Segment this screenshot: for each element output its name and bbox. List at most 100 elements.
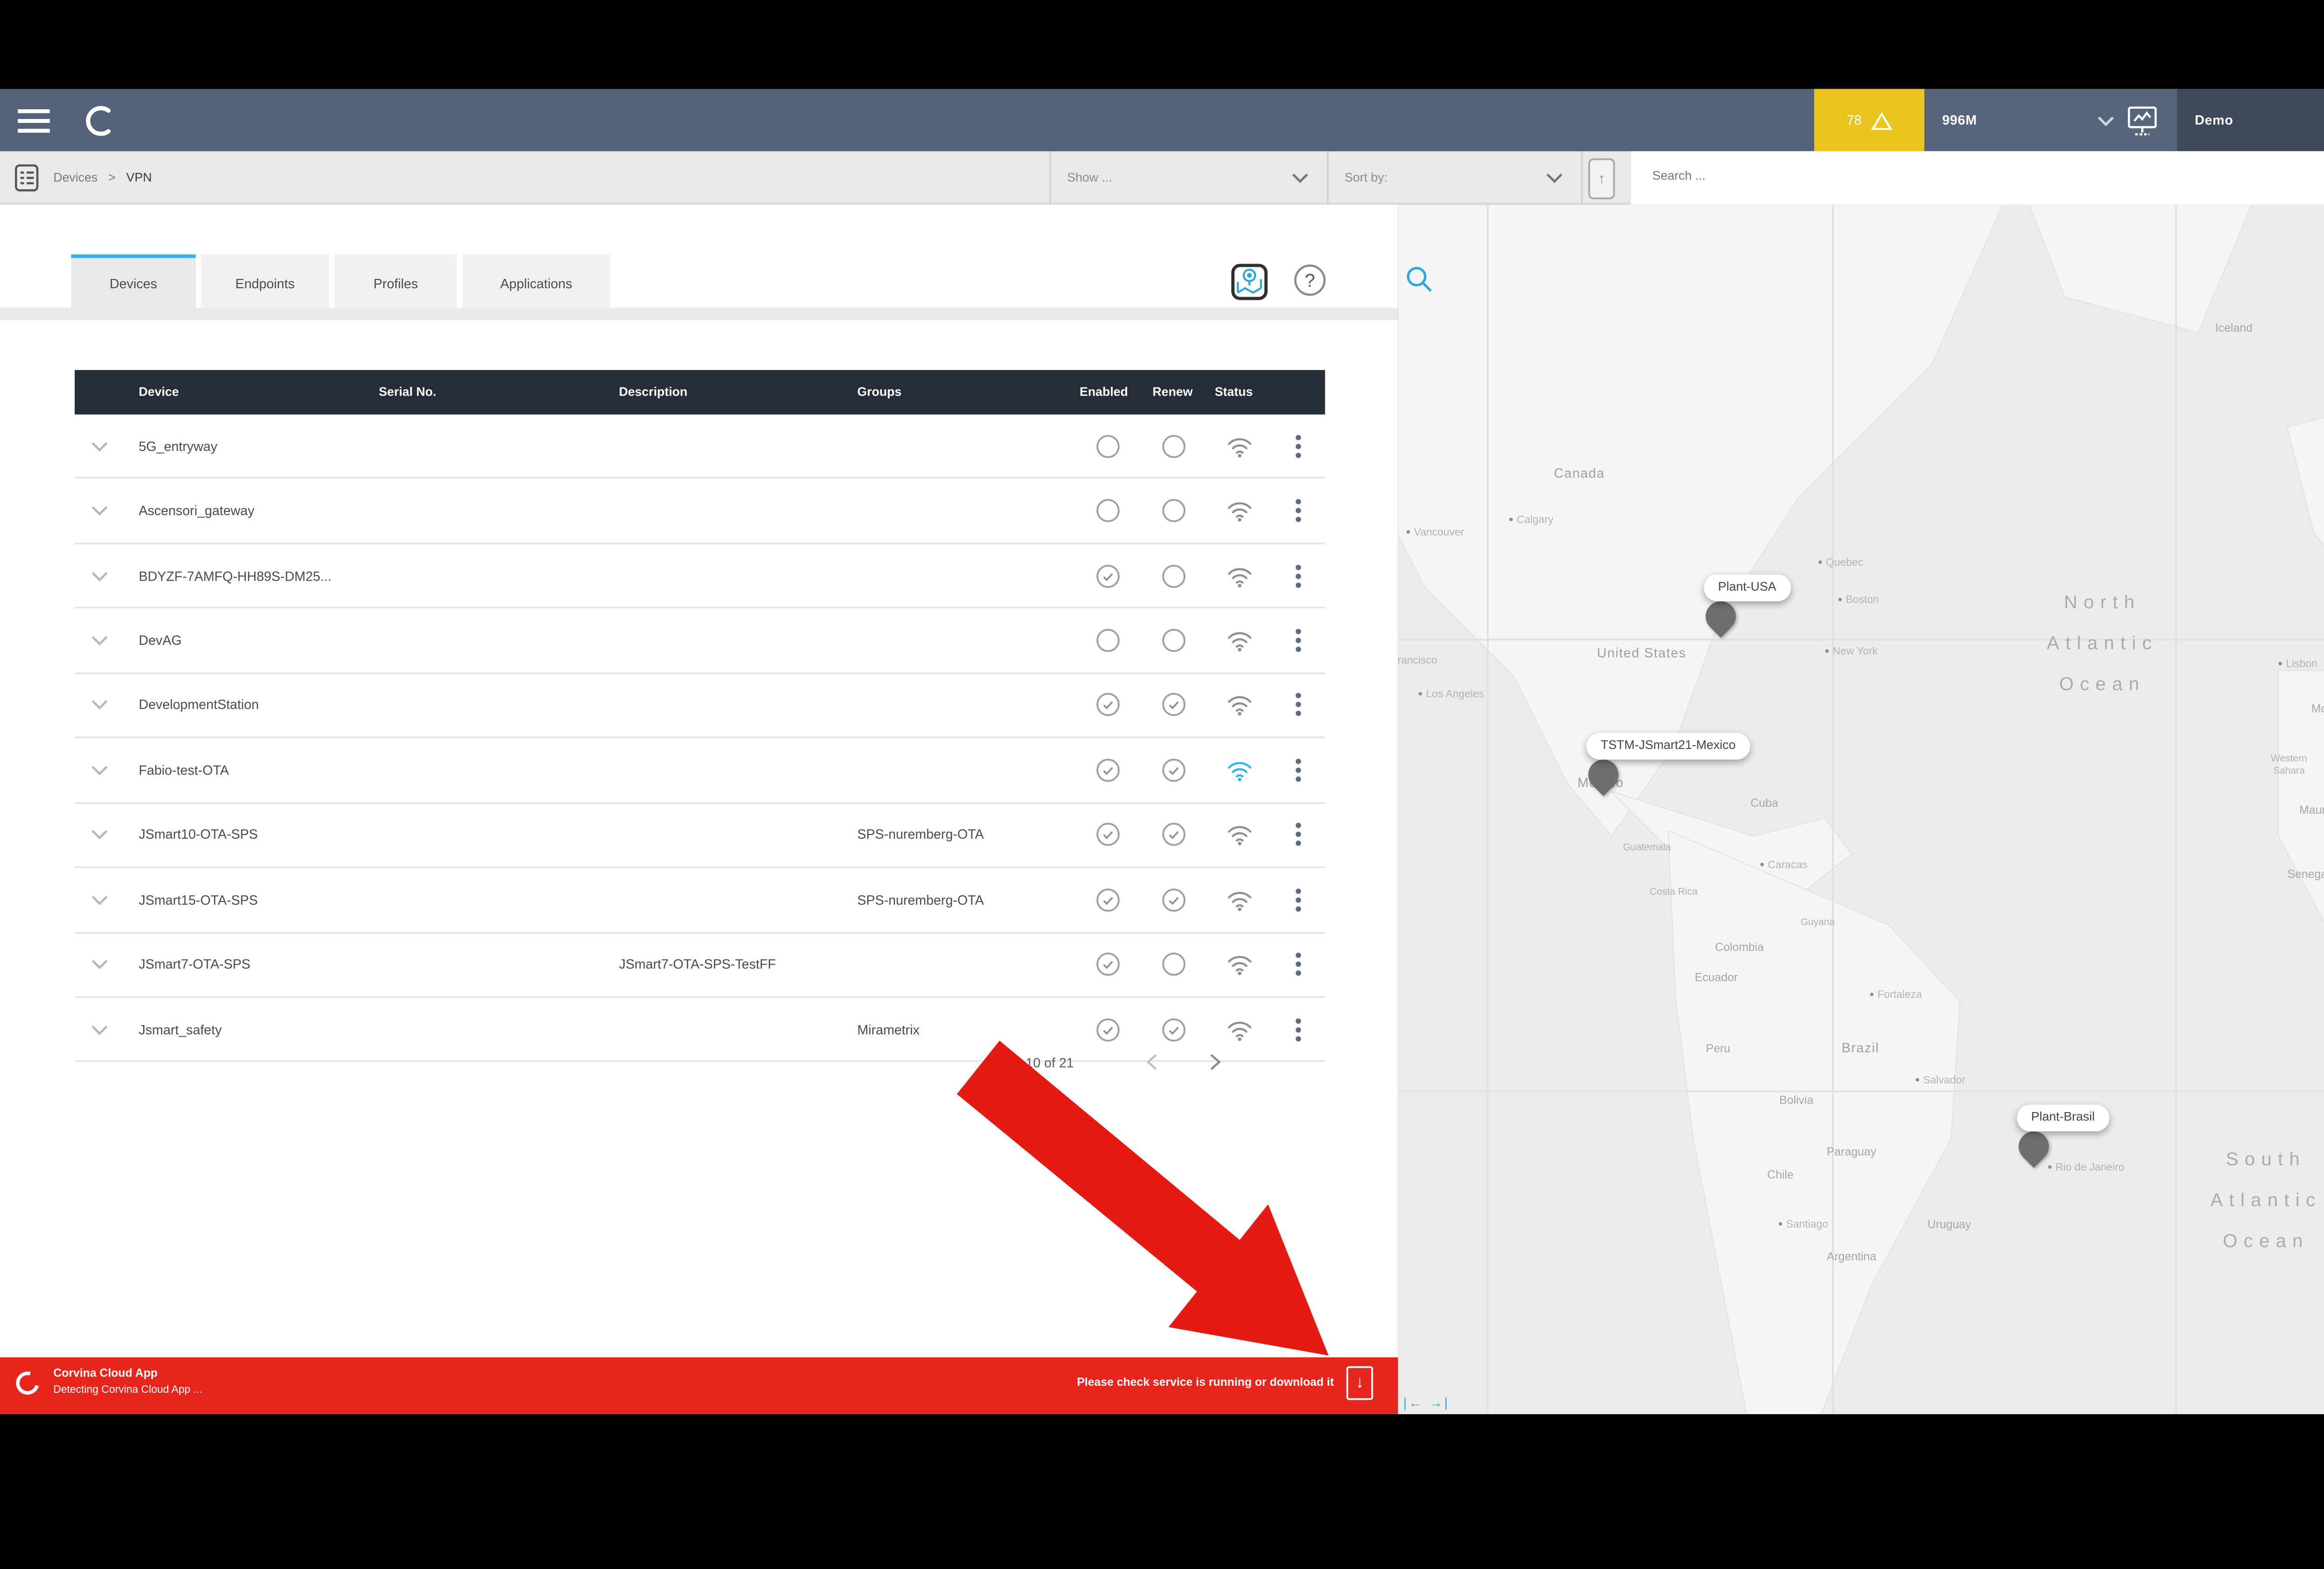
menu-button[interactable] (0, 89, 69, 151)
row-menu-kebab-icon[interactable] (1295, 758, 1302, 783)
sort-direction-button[interactable]: ↑ (1588, 151, 1615, 205)
row-menu-kebab-icon[interactable] (1295, 693, 1302, 718)
wifi-status-icon (1225, 1018, 1254, 1041)
map-pan-history-buttons[interactable]: |← →| (1403, 1395, 1449, 1410)
view-grid-button[interactable] (14, 151, 40, 205)
row-expand-chevron-icon[interactable] (91, 700, 108, 711)
map-place-label: Santiago (1778, 1220, 1828, 1231)
row-expand-chevron-icon[interactable] (91, 635, 108, 646)
table-row[interactable]: Jsmart_safety Mirametrix (74, 998, 1325, 1063)
sort-dropdown[interactable]: Sort by: (1327, 151, 1581, 205)
table-body: 5G_entryway Ascensori_gateway BDYZF-7AMFQ-… (74, 415, 1325, 1063)
tab-devices[interactable]: Devices (71, 254, 196, 308)
chevron-down-icon (1292, 173, 1308, 183)
column-header-status: Status (1215, 386, 1253, 399)
enabled-toggle-icon[interactable] (1096, 434, 1120, 458)
row-expand-chevron-icon[interactable] (91, 1024, 108, 1035)
map-panel[interactable]: IcelandSwedenFinlandNorwayCanadaDenmarkE… (1398, 205, 2324, 1415)
enabled-toggle-icon[interactable] (1096, 888, 1120, 912)
table-row[interactable]: Ascensori_gateway (74, 479, 1325, 544)
letterbox-top (0, 0, 2324, 89)
grid-list-icon (15, 164, 39, 192)
breadcrumb-root[interactable]: Devices (53, 172, 98, 184)
help-button[interactable]: ? (1293, 263, 1327, 297)
enabled-toggle-icon[interactable] (1096, 1018, 1120, 1041)
row-expand-chevron-icon[interactable] (91, 570, 108, 581)
table-row[interactable]: DevAG (74, 609, 1325, 674)
renew-toggle-icon[interactable] (1162, 694, 1186, 717)
enabled-toggle-icon[interactable] (1096, 499, 1120, 523)
row-expand-chevron-icon[interactable] (91, 505, 108, 516)
table-row[interactable]: DevelopmentStation (74, 674, 1325, 739)
table-row[interactable]: 5G_entryway (74, 415, 1325, 480)
enabled-toggle-icon[interactable] (1096, 564, 1120, 588)
renew-toggle-icon[interactable] (1162, 953, 1186, 976)
enabled-toggle-icon[interactable] (1096, 629, 1120, 652)
enabled-toggle-icon[interactable] (1096, 823, 1120, 847)
row-menu-kebab-icon[interactable] (1295, 822, 1302, 847)
data-usage-dropdown[interactable]: 996M (1924, 89, 2177, 152)
chevron-down-icon (2098, 115, 2114, 126)
table-row[interactable]: JSmart7-OTA-SPS JSmart7-OTA-SPS-TestFF (74, 933, 1325, 998)
renew-toggle-icon[interactable] (1162, 823, 1186, 847)
table-row[interactable]: JSmart10-OTA-SPS SPS-nuremberg-OTA (74, 803, 1325, 868)
download-button[interactable]: ↓ (1346, 1366, 1373, 1400)
device-name-cell: DevelopmentStation (139, 697, 259, 714)
enabled-toggle-icon[interactable] (1096, 694, 1120, 717)
map-marker-label[interactable]: Plant-USA (1703, 574, 1791, 602)
search-input[interactable] (1649, 169, 2190, 185)
row-menu-kebab-icon[interactable] (1295, 952, 1302, 977)
column-header-renew: Renew (1152, 386, 1193, 399)
row-menu-kebab-icon[interactable] (1295, 498, 1302, 523)
wifi-status-icon (1225, 564, 1254, 587)
tab-applications[interactable]: Applications (462, 254, 610, 308)
table-row[interactable]: JSmart15-OTA-SPS SPS-nuremberg-OTA (74, 868, 1325, 933)
devices-panel: Devices Endpoints Profiles Applications ? D… (0, 205, 1398, 1415)
row-menu-kebab-icon[interactable] (1295, 1017, 1302, 1042)
enabled-toggle-icon[interactable] (1096, 953, 1120, 976)
monitor-icon[interactable] (2126, 104, 2159, 136)
tab-profiles[interactable]: Profiles (334, 254, 457, 308)
device-name-cell: JSmart7-OTA-SPS (139, 956, 251, 973)
hamburger-icon (18, 108, 50, 132)
map-place-label: Sahara (2273, 767, 2305, 778)
row-menu-kebab-icon[interactable] (1295, 628, 1302, 653)
map-place-label: Rio de Janeiro (2048, 1164, 2125, 1174)
renew-toggle-icon[interactable] (1162, 888, 1186, 912)
renew-toggle-icon[interactable] (1162, 564, 1186, 588)
map-marker-label[interactable]: TSTM-JSmart21-Mexico (1586, 733, 1750, 760)
row-expand-chevron-icon[interactable] (91, 829, 108, 840)
row-expand-chevron-icon[interactable] (91, 441, 108, 451)
table-row[interactable]: Fabio-test-OTA (74, 739, 1325, 804)
tab-endpoints[interactable]: Endpoints (201, 254, 329, 308)
row-menu-kebab-icon[interactable] (1295, 887, 1302, 913)
row-menu-kebab-icon[interactable] (1295, 434, 1302, 459)
alerts-badge[interactable]: 78 (1814, 89, 1925, 152)
map-place-label: New York (1825, 648, 1878, 658)
pagination-prev-button[interactable] (1145, 1053, 1158, 1074)
device-name-cell: Jsmart_safety (139, 1021, 222, 1038)
row-expand-chevron-icon[interactable] (91, 959, 108, 970)
row-expand-chevron-icon[interactable] (91, 894, 108, 905)
device-name-cell: JSmart15-OTA-SPS (139, 892, 258, 908)
banner-title: Corvina Cloud App (53, 1368, 158, 1381)
map-toggle-button[interactable] (1231, 263, 1268, 300)
row-expand-chevron-icon[interactable] (91, 765, 108, 775)
map-search-icon[interactable] (1405, 265, 1433, 293)
enabled-toggle-icon[interactable] (1096, 758, 1120, 782)
organization-dropdown[interactable]: Demo (2177, 89, 2324, 152)
warning-triangle-icon (1870, 111, 1892, 129)
renew-toggle-icon[interactable] (1162, 499, 1186, 523)
renew-toggle-icon[interactable] (1162, 629, 1186, 652)
map-place-label: Guatemala (1623, 843, 1671, 854)
row-menu-kebab-icon[interactable] (1295, 563, 1302, 588)
renew-toggle-icon[interactable] (1162, 758, 1186, 782)
renew-toggle-icon[interactable] (1162, 1018, 1186, 1041)
show-dropdown[interactable]: Show ... (1050, 151, 1327, 205)
table-row[interactable]: BDYZF-7AMFQ-HH89S-DM25... (74, 544, 1325, 609)
pagination-next-button[interactable] (1209, 1053, 1222, 1074)
map-marker-label[interactable]: Plant-Brasil (2017, 1105, 2109, 1132)
banner-subtitle: Detecting Corvina Cloud App ... (53, 1385, 203, 1397)
renew-toggle-icon[interactable] (1162, 434, 1186, 458)
map-ocean-label: Atlantic (2210, 1190, 2322, 1212)
